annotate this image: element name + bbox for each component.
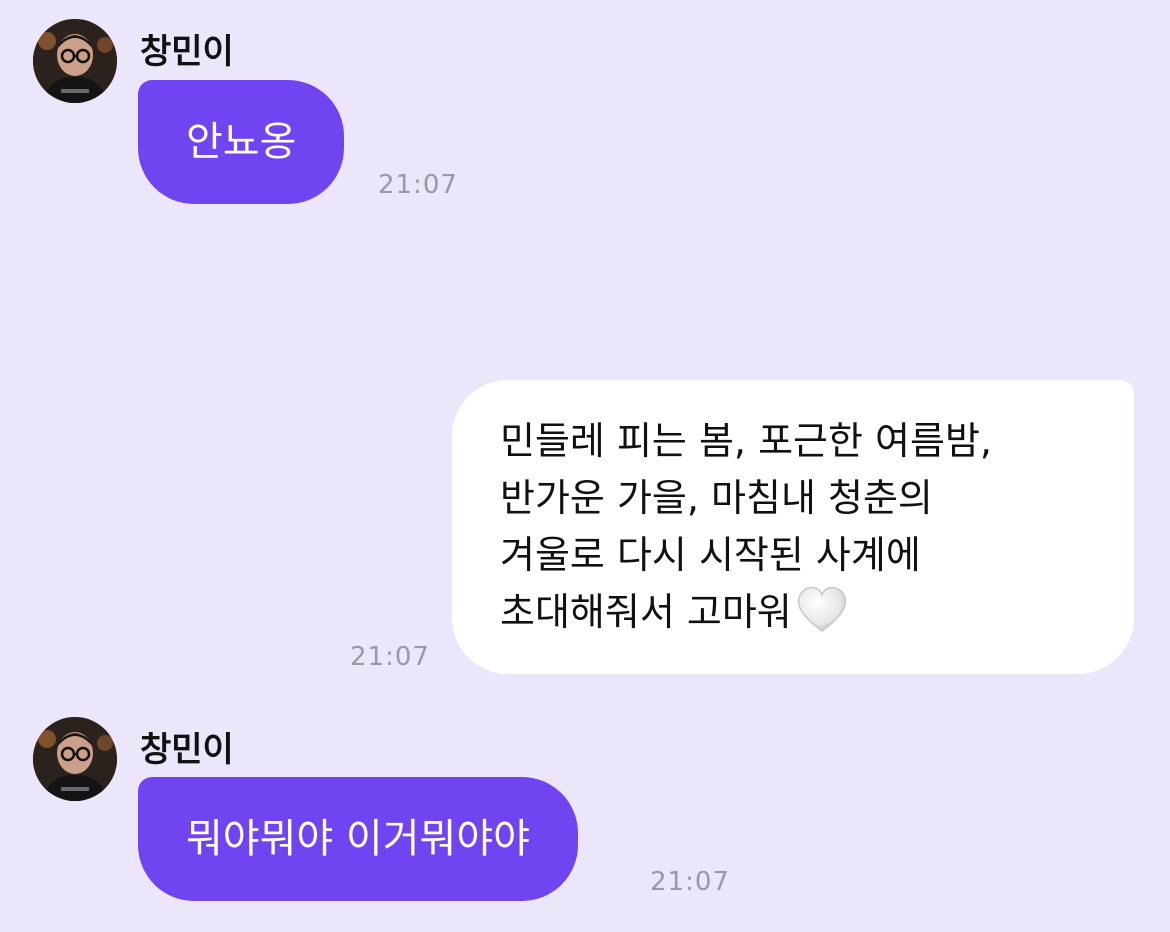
profile-photo-icon bbox=[33, 19, 117, 103]
message-bubble[interactable]: 안뇨옹 bbox=[138, 80, 345, 204]
message-text: 뭐야뭐야 이거뭐야야 bbox=[186, 816, 530, 862]
message-text-line: 초대해줘서 고마워 bbox=[500, 590, 792, 634]
message-timestamp: 21:07 bbox=[350, 642, 430, 672]
sender-avatar[interactable] bbox=[33, 19, 117, 103]
sender-name: 창민이 bbox=[140, 32, 234, 72]
white-heart-icon bbox=[796, 585, 848, 649]
chat-thread: 창민이 안뇨옹 21:07 민들레 피는 봄, 포근한 여름밤, 반가운 가을,… bbox=[0, 0, 1170, 932]
message-timestamp: 21:07 bbox=[378, 170, 458, 200]
message-text-line: 민들레 피는 봄, 포근한 여름밤, bbox=[500, 419, 992, 463]
sender-avatar[interactable] bbox=[33, 717, 117, 801]
message-bubble[interactable]: 민들레 피는 봄, 포근한 여름밤, 반가운 가을, 마침내 청춘의 겨울로 다… bbox=[452, 380, 1134, 674]
sender-name: 창민이 bbox=[140, 730, 234, 770]
message-text-line: 반가운 가을, 마침내 청춘의 bbox=[500, 476, 933, 520]
message-text: 안뇨옹 bbox=[186, 119, 297, 165]
message-timestamp: 21:07 bbox=[650, 867, 730, 897]
profile-photo-icon bbox=[33, 717, 117, 801]
message-text-line: 겨울로 다시 시작된 사계에 bbox=[500, 533, 921, 577]
message-bubble[interactable]: 뭐야뭐야 이거뭐야야 bbox=[138, 777, 578, 901]
